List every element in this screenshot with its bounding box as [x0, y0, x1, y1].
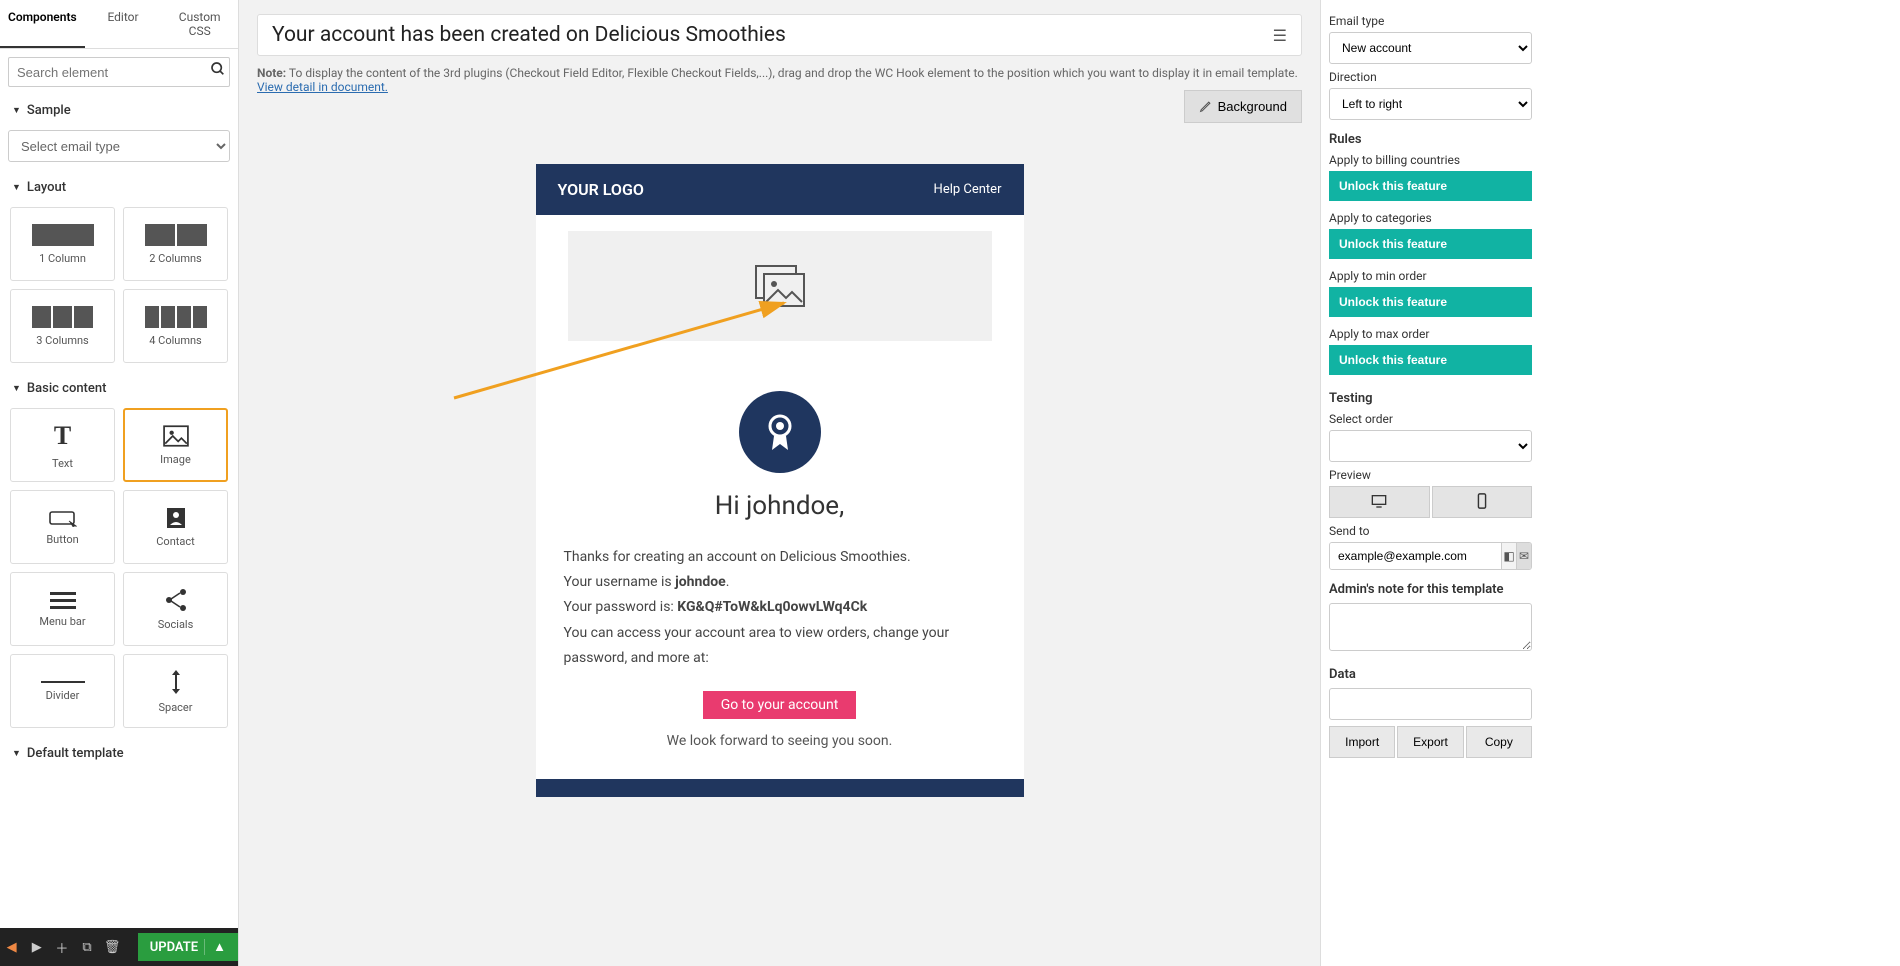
bottom-bar: ◀ ▶ ＋ ⧉ 🗑 UPDATE▲	[0, 928, 238, 966]
title-bar: Your account has been created on Delicio…	[257, 14, 1302, 56]
email-header[interactable]: YOUR LOGO Help Center	[536, 164, 1024, 215]
caret-down-icon: ▼	[12, 182, 21, 193]
data-input[interactable]	[1329, 688, 1532, 720]
back-button[interactable]: ◀	[0, 928, 23, 966]
search-input[interactable]	[8, 57, 230, 87]
email-type-label: Email type	[1329, 14, 1532, 28]
testing-heading: Testing	[1329, 391, 1532, 406]
send-email-button[interactable]: ✉	[1516, 543, 1531, 569]
tab-components[interactable]: Components	[0, 0, 85, 48]
section-layout[interactable]: ▼Layout	[0, 172, 238, 203]
delete-button[interactable]: 🗑	[101, 928, 124, 966]
divider-icon	[41, 681, 85, 683]
tile-socials[interactable]: Socials	[123, 572, 228, 646]
direction-select[interactable]: Left to right	[1329, 88, 1532, 120]
caret-down-icon: ▼	[12, 105, 21, 116]
unlock-billing-button[interactable]: Unlock this feature	[1329, 171, 1532, 201]
unlock-categories-button[interactable]: Unlock this feature	[1329, 229, 1532, 259]
export-button[interactable]: Export	[1397, 726, 1463, 758]
hamburger-icon[interactable]: ☰	[1273, 26, 1287, 45]
button-icon	[49, 509, 77, 527]
share-icon	[163, 588, 189, 612]
tabs: Components Editor Custom CSS	[0, 0, 238, 49]
tile-text[interactable]: TText	[10, 408, 115, 482]
closing-text: We look forward to seeing you soon.	[536, 733, 1024, 749]
caret-down-icon: ▼	[12, 383, 21, 394]
min-order-label: Apply to min order	[1329, 269, 1532, 283]
pencil-icon	[1199, 100, 1212, 113]
email-footer	[536, 779, 1024, 797]
text-icon: T	[54, 421, 71, 451]
section-basic-content[interactable]: ▼Basic content	[0, 373, 238, 404]
unlock-min-order-button[interactable]: Unlock this feature	[1329, 287, 1532, 317]
desktop-icon	[1371, 494, 1387, 508]
section-sample[interactable]: ▼Sample	[0, 95, 238, 126]
copy-button[interactable]: Copy	[1466, 726, 1532, 758]
billing-label: Apply to billing countries	[1329, 153, 1532, 167]
tile-3-columns[interactable]: 3 Columns	[10, 289, 115, 363]
note-link[interactable]: View detail in document.	[257, 80, 388, 94]
direction-label: Direction	[1329, 70, 1532, 84]
image-icon	[163, 425, 189, 447]
email-type-select[interactable]: New account	[1329, 32, 1532, 64]
contact-icon	[164, 507, 188, 529]
search-icon[interactable]	[210, 61, 226, 80]
send-to-label: Send to	[1329, 524, 1532, 538]
canvas: Your account has been created on Delicio…	[239, 0, 1320, 966]
contacts-icon[interactable]: ◧	[1501, 543, 1516, 569]
preview-label: Preview	[1329, 468, 1532, 482]
tile-image[interactable]: Image	[123, 408, 228, 482]
right-panel: Email type New account Direction Left to…	[1320, 0, 1540, 966]
admin-note-heading: Admin's note for this template	[1329, 582, 1532, 597]
select-order-select[interactable]	[1329, 430, 1532, 462]
select-order-label: Select order	[1329, 412, 1532, 426]
preview-desktop-button[interactable]	[1329, 486, 1430, 518]
tile-2-columns[interactable]: 2 Columns	[123, 207, 228, 281]
copy-button[interactable]: ⧉	[75, 928, 98, 966]
import-button[interactable]: Import	[1329, 726, 1395, 758]
tile-1-column[interactable]: 1 Column	[10, 207, 115, 281]
caret-up-icon[interactable]: ▲	[204, 939, 226, 955]
tab-editor[interactable]: Editor	[85, 0, 162, 48]
menu-icon	[50, 591, 76, 609]
image-dropzone[interactable]	[568, 231, 992, 341]
left-panel: Components Editor Custom CSS ▼Sample Sel…	[0, 0, 239, 966]
preview-mobile-button[interactable]	[1432, 486, 1533, 518]
go-to-account-button[interactable]: Go to your account	[703, 691, 857, 719]
max-order-label: Apply to max order	[1329, 327, 1532, 341]
note-text: Note: To display the content of the 3rd …	[257, 66, 1302, 94]
email-body[interactable]: Thanks for creating an account on Delici…	[536, 545, 1024, 671]
admin-note-textarea[interactable]	[1329, 603, 1532, 651]
data-heading: Data	[1329, 667, 1532, 682]
caret-down-icon: ▼	[12, 748, 21, 759]
email-preview: YOUR LOGO Help Center Hi johndoe, Thanks…	[536, 164, 1024, 797]
tile-contact[interactable]: Contact	[123, 490, 228, 564]
add-button[interactable]: ＋	[50, 928, 73, 966]
help-center-link[interactable]: Help Center	[934, 182, 1002, 197]
mobile-icon	[1477, 493, 1487, 509]
greeting: Hi johndoe,	[536, 491, 1024, 521]
email-logo: YOUR LOGO	[558, 180, 644, 199]
play-button[interactable]: ▶	[25, 928, 48, 966]
image-placeholder-icon	[754, 264, 806, 308]
update-button[interactable]: UPDATE▲	[138, 933, 238, 961]
send-to-input[interactable]	[1330, 543, 1501, 569]
badge-icon	[739, 391, 821, 473]
unlock-max-order-button[interactable]: Unlock this feature	[1329, 345, 1532, 375]
spacer-icon	[167, 669, 185, 695]
tile-spacer[interactable]: Spacer	[123, 654, 228, 728]
tile-4-columns[interactable]: 4 Columns	[123, 289, 228, 363]
tile-divider[interactable]: Divider	[10, 654, 115, 728]
categories-label: Apply to categories	[1329, 211, 1532, 225]
page-title: Your account has been created on Delicio…	[272, 23, 1273, 47]
tile-menu-bar[interactable]: Menu bar	[10, 572, 115, 646]
rules-heading: Rules	[1329, 132, 1532, 147]
sample-select[interactable]: Select email type	[8, 130, 230, 162]
background-button[interactable]: Background	[1184, 90, 1302, 123]
tab-custom-css[interactable]: Custom CSS	[161, 0, 238, 48]
tile-button[interactable]: Button	[10, 490, 115, 564]
section-default-template[interactable]: ▼Default template	[0, 738, 238, 769]
